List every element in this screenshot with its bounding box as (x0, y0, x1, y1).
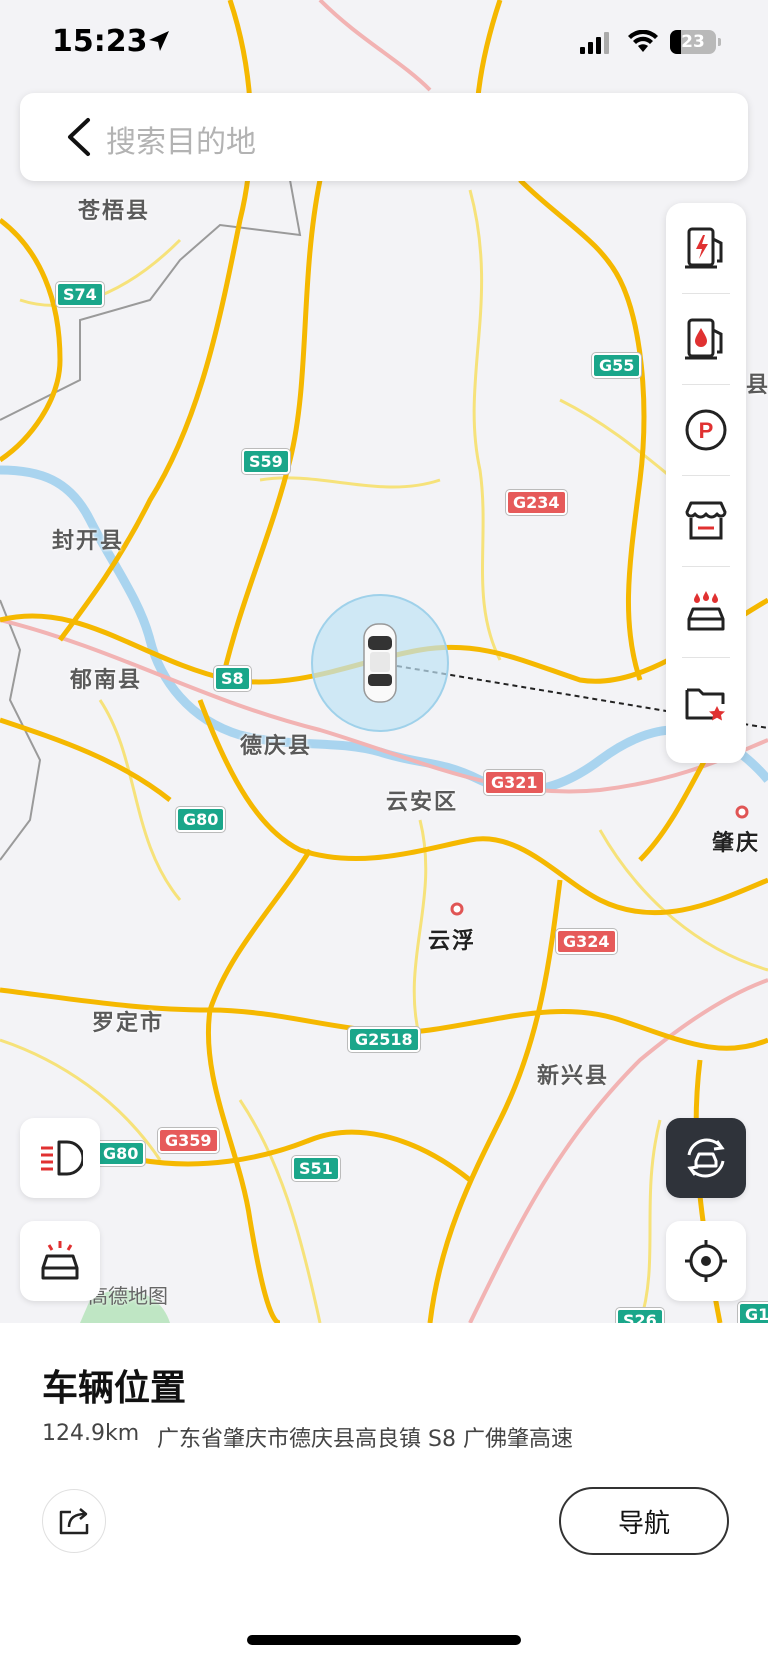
place-label: 封开县 (52, 529, 125, 554)
vehicle-location-sheet: 车辆位置 124.9km 广东省肇庆市德庆县高良镇 S8 广佛肇高速 导航 (0, 1323, 768, 1663)
place-label: 新兴县 (537, 1064, 610, 1089)
road-shield: G80 (96, 1141, 146, 1166)
locate-me-button[interactable] (666, 1221, 746, 1301)
battery-icon: 23 (670, 30, 721, 54)
poi-charging-button[interactable] (666, 203, 746, 293)
road-shield: G1 (738, 1302, 768, 1323)
crosshair-icon (685, 1240, 727, 1282)
poi-store-button[interactable] (666, 476, 746, 566)
address-label: 广东省肇庆市德庆县高良镇 S8 广佛肇高速 (157, 1427, 573, 1452)
car-alarm-icon (41, 1241, 79, 1280)
place-label: 县 (746, 373, 768, 398)
map-view[interactable]: 苍梧县 封开县 郁南县 德庆县 云安区 云浮 罗定市 新兴县 肇庆 县 S74 … (0, 0, 768, 1323)
location-arrow-icon (149, 31, 169, 51)
svg-text:P: P (699, 418, 714, 443)
place-label: 郁南县 (70, 668, 143, 693)
navigate-button[interactable]: 导航 (559, 1487, 729, 1555)
road-shield: G234 (506, 490, 567, 515)
car-wash-icon (687, 591, 725, 631)
map-copyright: 高德地图 (88, 1284, 168, 1308)
poi-parking-button[interactable]: P (666, 385, 746, 475)
favorites-folder-icon (685, 688, 725, 721)
road-shield: G80 (176, 807, 226, 832)
car-top-icon (363, 623, 397, 703)
place-label: 德庆县 (240, 734, 313, 759)
status-bar: 15:23 23 (0, 0, 768, 88)
road-shield: S59 (242, 449, 290, 474)
share-icon (59, 1508, 89, 1535)
road-shield: S51 (292, 1156, 340, 1181)
gas-station-icon (685, 318, 723, 360)
battery-level: 23 (681, 32, 705, 52)
place-label: 苍梧县 (78, 199, 151, 224)
vehicle-marker[interactable] (362, 622, 398, 704)
road-shield: G324 (556, 929, 617, 954)
road-shield: G359 (158, 1128, 219, 1153)
car-refresh-icon (687, 1138, 725, 1178)
cellular-signal-icon (580, 32, 609, 54)
place-label-city: 肇庆 (712, 831, 761, 856)
poi-panel: P (666, 203, 746, 763)
share-button[interactable] (42, 1489, 106, 1553)
car-alarm-button[interactable] (20, 1221, 100, 1301)
charging-station-icon (685, 227, 723, 269)
vehicle-sync-button[interactable] (666, 1118, 746, 1198)
place-label: 云安区 (386, 790, 459, 815)
headlight-button[interactable] (20, 1118, 100, 1198)
back-chevron-icon[interactable] (64, 117, 94, 157)
home-indicator[interactable] (247, 1635, 521, 1645)
poi-carwash-button[interactable] (666, 567, 746, 657)
distance-label: 124.9km (42, 1421, 140, 1446)
wifi-icon (628, 30, 658, 52)
road-shield: S8 (214, 666, 251, 691)
search-bar[interactable]: 搜索目的地 (20, 93, 748, 181)
sheet-title: 车辆位置 (42, 1368, 187, 1409)
search-input[interactable]: 搜索目的地 (106, 117, 256, 161)
poi-favorites-button[interactable] (666, 658, 746, 748)
place-label: 罗定市 (92, 1011, 165, 1036)
status-time: 15:23 (52, 24, 148, 59)
road-shield: G321 (484, 770, 545, 795)
store-icon (685, 501, 727, 540)
place-label-city: 云浮 (428, 929, 477, 954)
road-shield: S26 (616, 1308, 664, 1323)
poi-gas-button[interactable] (666, 294, 746, 384)
road-shield: G55 (592, 353, 642, 378)
road-shield: S74 (56, 282, 104, 307)
parking-icon: P (685, 409, 727, 451)
headlight-icon (41, 1140, 83, 1176)
road-shield: G2518 (348, 1027, 420, 1052)
